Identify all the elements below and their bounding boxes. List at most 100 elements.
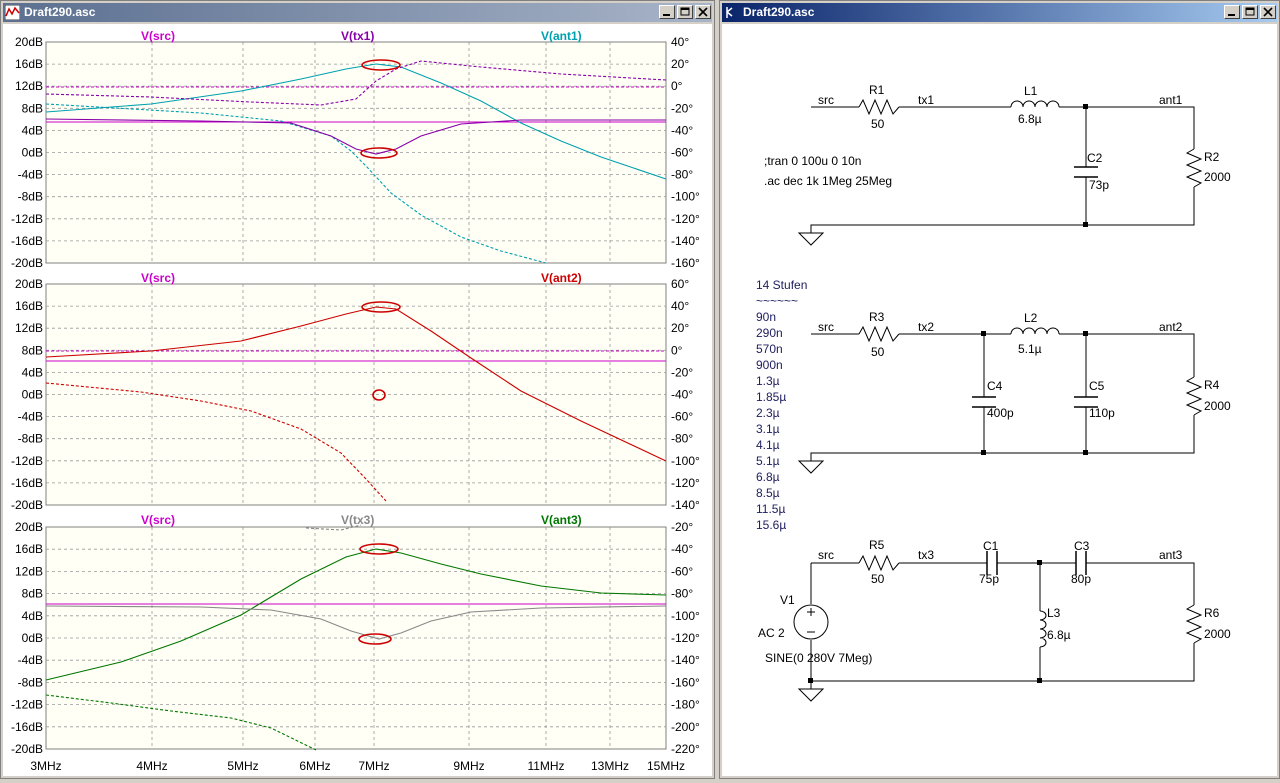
spice-directive-ac[interactable]: .ac dec 1k 1Meg 25Meg <box>764 174 892 188</box>
component-value-r6: 2000 <box>1204 627 1231 641</box>
plot-pane[interactable]: 20dB 60° 16dB 40° 12dB 20° 8dB 0° 4dB -20° 0dB -40°… <box>11 271 700 512</box>
y-left-tick-label: -20dB <box>11 256 43 270</box>
node-label-ant3: ant3 <box>1159 548 1183 562</box>
trace-label[interactable]: V(ant1) <box>541 29 582 43</box>
component-name-l2: L2 <box>1024 311 1038 325</box>
plot-window-titlebar[interactable]: Draft290.asc <box>3 3 712 22</box>
plot-area[interactable]: 20dB 40° 16dB 20° 12dB 0° 8dB -20° 4dB -40° 0dB -60… <box>3 24 712 776</box>
y-right-tick-label: -220° <box>671 742 700 756</box>
component-name-c5: C5 <box>1089 379 1105 393</box>
component-value-c3: 80p <box>1071 572 1091 586</box>
close-button[interactable] <box>695 5 711 19</box>
trace-label[interactable]: V(ant2) <box>541 271 582 285</box>
schematic-window-titlebar[interactable]: Draft290.asc <box>722 3 1277 22</box>
resistor-r6[interactable] <box>1185 604 1203 644</box>
resistor-r5[interactable] <box>858 554 900 572</box>
x-tick-label: 7MHz <box>358 759 389 773</box>
trace-label[interactable]: V(ant3) <box>541 513 582 527</box>
notes-value: 3.1µ <box>756 422 780 436</box>
component-name-l3: L3 <box>1047 606 1061 620</box>
y-right-tick-label: -60° <box>671 146 693 160</box>
maximize-button[interactable] <box>1242 5 1258 19</box>
y-right-tick-label: -80° <box>671 587 693 601</box>
y-left-tick-label: -12dB <box>11 212 43 226</box>
schematic-icon <box>726 7 733 18</box>
voltage-source-v1[interactable] <box>793 604 829 640</box>
resistor-r1[interactable] <box>858 98 900 116</box>
y-left-tick-label: -8dB <box>18 190 43 204</box>
ground-symbol <box>797 688 825 702</box>
y-right-tick-label: -20° <box>671 101 693 115</box>
trace-label[interactable]: V(tx3) <box>341 513 374 527</box>
y-left-tick-label: 20dB <box>15 520 43 534</box>
node-label-tx1: tx1 <box>918 93 934 107</box>
inductor-l3[interactable] <box>1039 610 1047 648</box>
x-tick-label: 6MHz <box>299 759 330 773</box>
y-left-tick-label: -16dB <box>11 476 43 490</box>
waveform-plot[interactable]: 20dB 40° 16dB 20° 12dB 0° 8dB -20° 4dB -40° 0dB -60… <box>3 24 714 778</box>
y-right-tick-label: -180° <box>671 698 700 712</box>
inductor-l2[interactable] <box>1010 327 1060 335</box>
component-value-r2: 2000 <box>1204 170 1231 184</box>
schematic-canvas[interactable]: src tx1 ant1 R1 50 L1 6.8µ C2 73p R2 200… <box>722 24 1277 776</box>
node-label-src: src <box>818 548 834 562</box>
component-value-r3: 50 <box>871 345 885 359</box>
y-right-tick-label: -40° <box>671 123 693 137</box>
y-right-tick-label: 0° <box>671 79 683 93</box>
y-left-tick-label: -4dB <box>18 410 43 424</box>
close-icon <box>698 7 708 17</box>
trace-label[interactable]: V(src) <box>141 513 175 527</box>
component-name-r2: R2 <box>1204 150 1220 164</box>
minimize-icon <box>663 14 670 16</box>
y-right-tick-label: -200° <box>671 720 700 734</box>
trace-label[interactable]: V(src) <box>141 29 175 43</box>
component-name-c1: C1 <box>983 539 999 553</box>
notes-comment[interactable]: 14 Stufen ~~~~~~ 90n 290n 570n 900n 1.3µ 1.85… <box>756 278 807 532</box>
y-right-tick-label: -40° <box>671 388 693 402</box>
minimize-button[interactable] <box>659 5 675 19</box>
x-tick-label: 15MHz <box>647 759 685 773</box>
y-right-tick-label: -160° <box>671 675 700 689</box>
y-left-tick-label: 4dB <box>22 609 43 623</box>
resistor-r4[interactable] <box>1185 376 1203 416</box>
component-name-c2: C2 <box>1087 151 1103 165</box>
notes-value: 11.5µ <box>756 502 785 516</box>
y-right-tick-label: -100° <box>671 454 700 468</box>
schematic-window[interactable]: Draft290.asc src tx1 ant1 R1 50 L1 6.8µ … <box>719 0 1280 779</box>
capacitor-c2[interactable] <box>1074 166 1098 178</box>
minimize-button[interactable] <box>1224 5 1240 19</box>
plot-pane[interactable]: 20dB -20° 16dB -40° 12dB -60° 8dB -80° 4dB -100° 0… <box>11 513 700 756</box>
plot-pane[interactable]: 20dB 40° 16dB 20° 12dB 0° 8dB -20° 4dB -40° 0dB -60… <box>11 29 700 270</box>
y-right-tick-label: -120° <box>671 476 700 490</box>
notes-value: 8.5µ <box>756 486 780 500</box>
component-value-l3: 6.8µ <box>1047 628 1071 642</box>
component-value-r5: 50 <box>871 572 885 586</box>
ground-symbol <box>797 232 825 246</box>
plot-window[interactable]: Draft290.asc 20dB 40° 16dB 20° 12dB 0° 8dB -20°… <box>0 0 715 779</box>
trace-label[interactable]: V(src) <box>141 271 175 285</box>
maximize-button[interactable] <box>677 5 693 19</box>
schematic-drawing[interactable]: src tx1 ant1 R1 50 L1 6.8µ C2 73p R2 200… <box>722 24 1279 778</box>
component-value-c1: 75p <box>979 572 999 586</box>
spice-directive-tran[interactable]: ;tran 0 100u 0 10n <box>764 154 861 168</box>
component-value-v1-ac: AC 2 <box>758 626 785 640</box>
resistor-r2[interactable] <box>1185 148 1203 188</box>
notes-value: 5.1µ <box>756 454 780 468</box>
inductor-l1[interactable] <box>1010 100 1060 108</box>
component-value-c5: 110p <box>1089 406 1115 420</box>
component-name-r3: R3 <box>869 310 885 324</box>
close-button[interactable] <box>1260 5 1276 19</box>
notes-value: 6.8µ <box>756 470 780 484</box>
component-name-r6: R6 <box>1204 606 1220 620</box>
y-left-tick-label: 12dB <box>15 321 43 335</box>
y-left-tick-label: -16dB <box>11 720 43 734</box>
y-left-tick-label: 20dB <box>15 35 43 49</box>
y-left-tick-label: -20dB <box>11 742 43 756</box>
y-right-tick-label: 40° <box>671 35 689 49</box>
minimize-icon <box>1228 14 1235 16</box>
component-name-r5: R5 <box>869 538 885 552</box>
trace-label[interactable]: V(tx1) <box>341 29 374 43</box>
component-name-r4: R4 <box>1204 378 1220 392</box>
resistor-r3[interactable] <box>858 325 900 343</box>
notes-heading: 14 Stufen <box>756 278 807 292</box>
